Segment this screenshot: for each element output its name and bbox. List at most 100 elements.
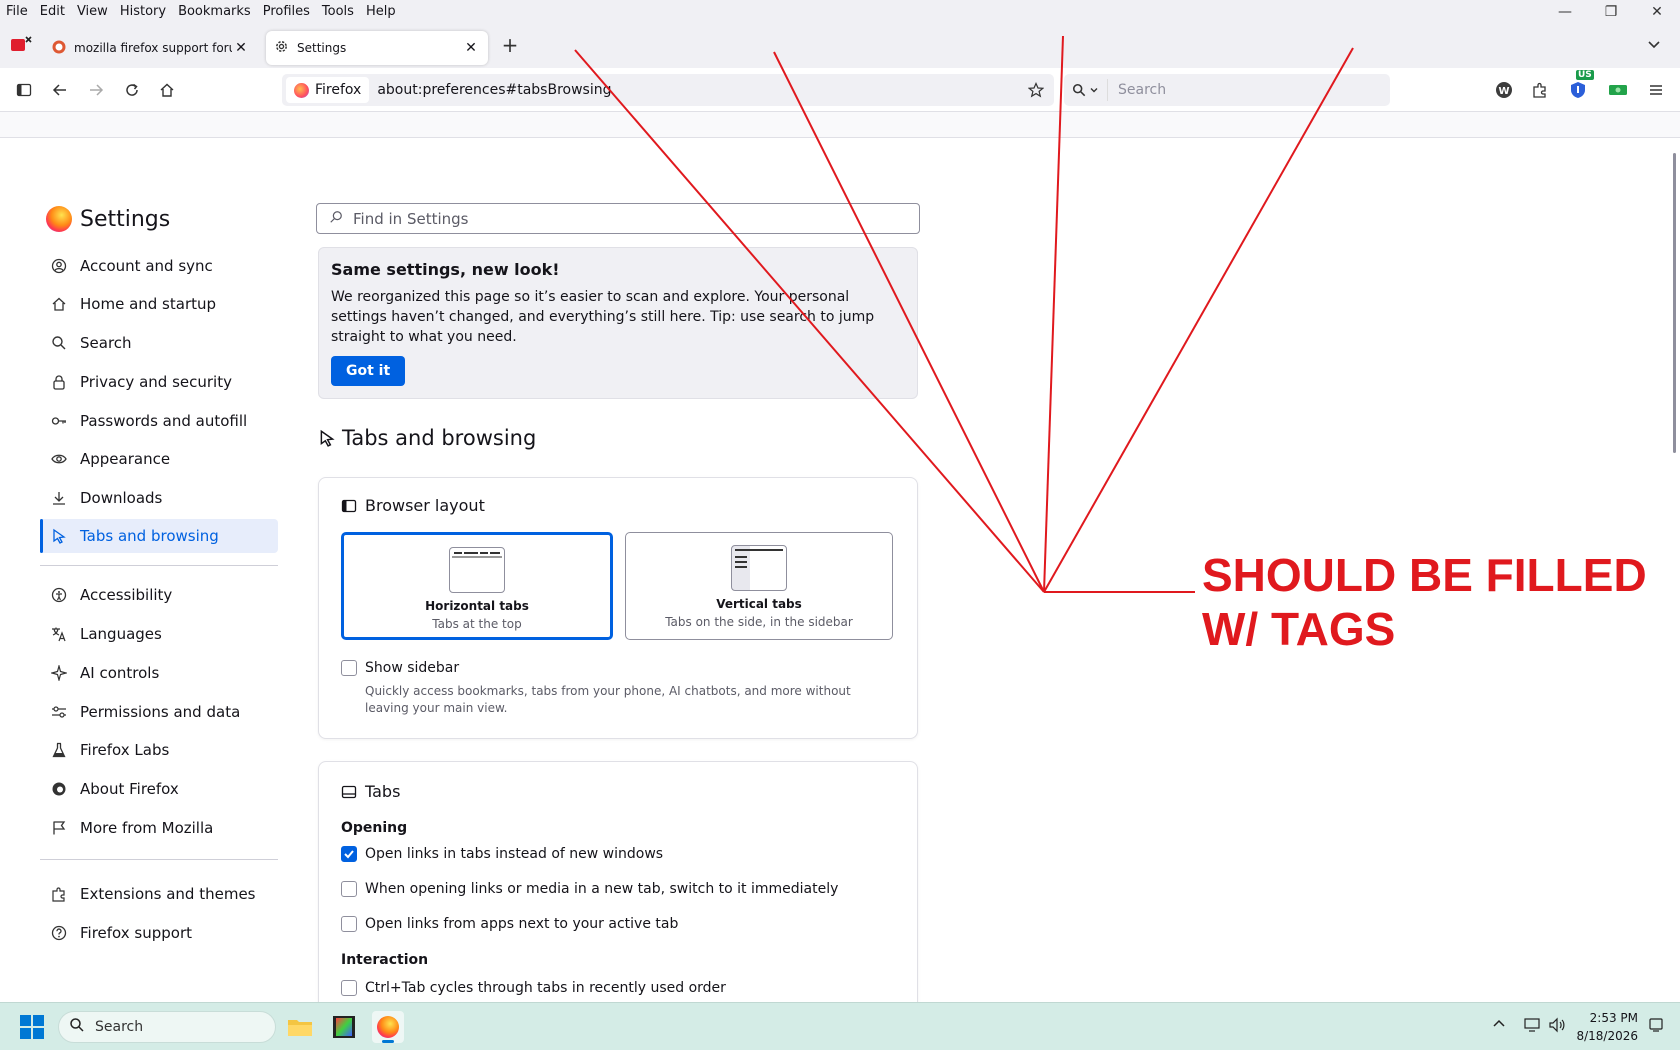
menu-edit[interactable]: Edit <box>34 1 71 23</box>
network-icon[interactable] <box>1524 1017 1542 1037</box>
tabs-card: Tabs Opening Open links in tabs instead … <box>318 761 918 1002</box>
sidebar-item-label: Extensions and themes <box>80 885 256 903</box>
close-tab-button[interactable]: ✕ <box>232 40 250 56</box>
show-hidden-icons-button[interactable] <box>1492 1017 1506 1035</box>
sidebar-item-tabs-browsing[interactable]: Tabs and browsing <box>40 519 278 553</box>
sidebar-item-extensions-themes[interactable]: Extensions and themes <box>40 877 278 911</box>
checkbox[interactable] <box>341 660 357 676</box>
tab-support-forum[interactable]: mozilla firefox support forum at ✕ <box>44 31 258 65</box>
menu-profiles[interactable]: Profiles <box>257 1 316 23</box>
open-links-from-apps-checkbox[interactable]: Open links from apps next to your active… <box>341 916 678 932</box>
notification-icon[interactable] <box>1648 1017 1664 1037</box>
menu-file[interactable]: File <box>0 1 34 23</box>
volume-icon[interactable] <box>1548 1017 1566 1037</box>
sidebar-item-permissions-data[interactable]: Permissions and data <box>40 695 278 729</box>
menu-view[interactable]: View <box>71 1 114 23</box>
option-desc: Tabs at the top <box>432 617 522 631</box>
back-button[interactable] <box>48 78 72 102</box>
chevron-up-icon <box>1493 1019 1505 1027</box>
url-text[interactable]: about:preferences#tabsBrowsing <box>377 82 1024 98</box>
sidebar-item-passwords-autofill[interactable]: Passwords and autofill <box>40 404 278 438</box>
file-explorer-button[interactable] <box>284 1011 316 1043</box>
show-sidebar-checkbox[interactable]: Show sidebar <box>341 660 459 676</box>
switch-to-new-tab-checkbox[interactable]: When opening links or media in a new tab… <box>341 881 838 897</box>
sidebar-item-search[interactable]: Search <box>40 326 278 360</box>
wordpress-extension-button[interactable]: W <box>1492 78 1516 102</box>
tab-settings[interactable]: Settings ✕ <box>266 31 488 65</box>
duckduckgo-icon <box>52 40 66 57</box>
money-extension-button[interactable] <box>1606 78 1630 102</box>
app-menu-button[interactable] <box>1644 78 1668 102</box>
checkbox[interactable] <box>341 881 357 897</box>
sidebar-item-downloads[interactable]: Downloads <box>40 481 278 515</box>
restore-button[interactable]: ❐ <box>1588 0 1634 24</box>
firefox-icon <box>50 780 68 798</box>
sidebar-item-account-sync[interactable]: Account and sync <box>40 249 278 283</box>
sidebar-item-ai-controls[interactable]: AI controls <box>40 656 278 690</box>
got-it-button[interactable]: Got it <box>331 356 406 386</box>
sidebar-item-privacy-security[interactable]: Privacy and security <box>40 365 278 399</box>
sidebar-item-firefox-labs[interactable]: Firefox Labs <box>40 733 278 767</box>
checkbox[interactable] <box>341 980 357 996</box>
taskbar-search[interactable]: Search <box>58 1011 276 1043</box>
reload-icon <box>126 83 138 96</box>
minimize-button[interactable]: — <box>1542 0 1588 24</box>
checkbox[interactable] <box>341 846 357 862</box>
windows-start-button[interactable] <box>20 1015 44 1039</box>
puzzle-icon <box>1533 82 1546 98</box>
tab-icon <box>341 784 357 800</box>
checkbox[interactable] <box>341 916 357 932</box>
reload-button[interactable] <box>120 78 144 102</box>
menu-bookmarks[interactable]: Bookmarks <box>172 1 257 23</box>
wordpress-icon: W <box>1496 82 1512 98</box>
card-title: Browser layout <box>341 496 485 515</box>
identity-box[interactable]: Firefox <box>286 77 370 103</box>
browser-layout-icon <box>341 498 357 514</box>
vertical-tabs-option[interactable]: Vertical tabs Tabs on the side, in the s… <box>625 532 893 640</box>
list-all-tabs-button[interactable] <box>1646 36 1666 56</box>
forward-button[interactable] <box>84 78 108 102</box>
open-links-in-tabs-checkbox[interactable]: Open links in tabs instead of new window… <box>341 846 663 862</box>
menu-history[interactable]: History <box>114 1 172 23</box>
media-app-button[interactable] <box>328 1011 360 1043</box>
sidebar-item-more-from-mozilla[interactable]: More from Mozilla <box>40 811 278 845</box>
menu-help[interactable]: Help <box>360 1 402 23</box>
sidebar-item-appearance[interactable]: Appearance <box>40 442 278 476</box>
key-icon <box>50 412 68 430</box>
sidebar-item-accessibility[interactable]: Accessibility <box>40 578 278 612</box>
bookmark-star-button[interactable] <box>1024 78 1048 102</box>
extensions-button[interactable] <box>1528 78 1552 102</box>
cursor-icon <box>318 429 336 447</box>
clock-date: 8/18/2026 <box>1576 1029 1638 1043</box>
search-bar[interactable]: Search <box>1064 74 1390 106</box>
sidebar-item-firefox-support[interactable]: Firefox support <box>40 916 278 950</box>
cursor-icon <box>50 527 68 545</box>
sidebar-toggle-button[interactable] <box>12 78 36 102</box>
chevron-down-icon <box>1648 41 1660 49</box>
ctrl-tab-cycles-checkbox[interactable]: Ctrl+Tab cycles through tabs in recently… <box>341 980 726 996</box>
search-engine-button[interactable] <box>1064 79 1108 101</box>
muted-speaker-icon[interactable] <box>10 34 32 54</box>
sidebar-item-label: Tabs and browsing <box>80 527 219 545</box>
horizontal-tabs-option[interactable]: Horizontal tabs Tabs at the top <box>341 532 613 640</box>
home-button[interactable] <box>155 78 179 102</box>
sidebar-item-label: Accessibility <box>80 586 173 604</box>
sidebar-item-home-startup[interactable]: Home and startup <box>40 287 278 321</box>
close-tab-button[interactable]: ✕ <box>462 40 480 56</box>
star-icon <box>1028 82 1044 98</box>
sidebar-item-about-firefox[interactable]: About Firefox <box>40 772 278 806</box>
sidebar-item-label: Firefox support <box>80 924 193 942</box>
checkbox-label: Open links in tabs instead of new window… <box>365 846 664 862</box>
menu-tools[interactable]: Tools <box>316 1 360 23</box>
page-scrollbar[interactable] <box>1673 153 1676 453</box>
checkmark-icon <box>344 850 354 859</box>
new-tab-button[interactable]: + <box>498 34 522 58</box>
close-window-button[interactable]: ✕ <box>1634 0 1680 24</box>
find-in-settings-input[interactable]: Find in Settings <box>316 203 920 234</box>
svg-text:W: W <box>1498 86 1509 97</box>
firefox-taskbar-button[interactable] <box>372 1011 404 1043</box>
url-bar[interactable]: Firefox about:preferences#tabsBrowsing <box>282 74 1054 106</box>
taskbar-clock[interactable]: 2:53 PM 8/18/2026 <box>1576 1009 1638 1045</box>
vpn-extension-button[interactable] <box>1566 78 1590 102</box>
sidebar-item-languages[interactable]: Languages <box>40 617 278 651</box>
